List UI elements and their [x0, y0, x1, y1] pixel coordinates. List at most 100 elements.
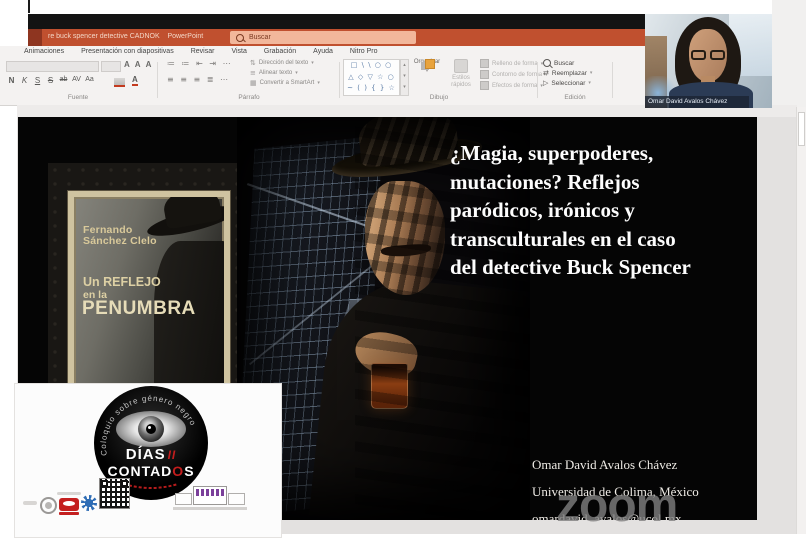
badge-s: S — [184, 463, 194, 479]
tab-grabacion[interactable]: Grabación — [264, 48, 296, 55]
text-direction-button[interactable]: ⇅ Dirección del texto ▾ — [250, 59, 320, 67]
group-label-fuente: Fuente — [0, 94, 156, 101]
smartart-icon: ▦ — [250, 79, 257, 87]
shapes-scroll-down-icon[interactable]: ▾ — [401, 71, 408, 82]
shrink-font-button[interactable]: A — [135, 60, 141, 69]
webcam-video-tile[interactable]: Omar David Avalos Chávez — [645, 14, 772, 108]
dropdown-icon: ▾ — [311, 60, 314, 66]
font-style-buttons: N K S S ab AV Aa — [5, 76, 96, 85]
replace-button[interactable]: ⇄ Reemplazar ▾ — [543, 69, 592, 77]
shapes-row: □ \ \ ○ ○ — [344, 60, 399, 72]
arrange-icon — [421, 59, 433, 71]
grow-font-button[interactable]: A — [124, 60, 130, 69]
shape-effects-icon — [480, 81, 489, 90]
eye-pupil — [146, 424, 156, 434]
text-shadow-button[interactable]: ab — [57, 76, 70, 85]
select-label: Seleccionar — [551, 80, 585, 87]
find-label: Buscar — [554, 60, 574, 67]
text-direction-icon: ⇅ — [250, 59, 256, 67]
font-name-combobox[interactable] — [6, 61, 99, 72]
strikethrough-button[interactable]: S — [44, 76, 57, 85]
tab-nitro-pro[interactable]: Nitro Pro — [350, 48, 378, 55]
tab-presentacion-con-diapositivas[interactable]: Presentación con diapositivas — [81, 48, 174, 55]
text-direction-label: Dirección del texto — [259, 60, 308, 66]
shape-fill-icon — [480, 59, 489, 68]
convert-smartart-label: Convertir a SmartArt — [260, 80, 315, 86]
qr-code — [99, 478, 130, 509]
shapes-more-icon[interactable]: ▾ — [401, 82, 408, 93]
slide-title-line: paródicos, irónicos y — [450, 196, 757, 225]
shape-outline-icon — [480, 70, 489, 79]
quick-styles-button[interactable]: Estilos rápidos — [446, 59, 476, 89]
dropdown-icon: ▾ — [295, 70, 298, 76]
shapes-gallery-scrollbar[interactable]: ▴ ▾ ▾ — [400, 59, 409, 96]
group-label-dibujo: Dibujo — [343, 94, 535, 101]
editing-menu: Buscar ⇄ Reemplazar ▾ ▷ Seleccionar ▾ — [543, 59, 592, 87]
group-divider — [612, 62, 613, 98]
vertical-scrollbar[interactable] — [796, 107, 806, 534]
arrange-button[interactable]: Organizar ▾ — [412, 59, 442, 74]
italic-button[interactable]: K — [18, 76, 31, 85]
search-label: Buscar — [249, 34, 271, 41]
font-size-buttons: A A A — [124, 60, 151, 69]
list-buttons[interactable]: ≔ ≔ ⇤ ⇥ ⋯ — [167, 59, 233, 68]
badge-dias: DÍAS — [126, 446, 166, 463]
tab-vista[interactable]: Vista — [231, 48, 246, 55]
find-icon — [543, 59, 551, 67]
slide-title-line: del detective Buck Spencer — [450, 253, 757, 282]
find-button[interactable]: Buscar — [543, 59, 592, 67]
select-button[interactable]: ▷ Seleccionar ▾ — [543, 79, 592, 87]
replace-icon: ⇄ — [543, 69, 549, 77]
alignment-buttons[interactable]: ≡ ≡ ≡ ≣ ⋯ — [167, 75, 230, 84]
highlight-color-icon[interactable] — [114, 78, 125, 87]
building-main-block — [193, 486, 227, 505]
slide-title-line: mutaciones? Reflejos — [450, 168, 757, 197]
dropdown-icon: ▾ — [590, 70, 593, 76]
font-size-combobox[interactable] — [101, 61, 121, 72]
credit-author: Omar David Avalos Chávez — [532, 451, 699, 478]
group-divider — [537, 62, 538, 98]
book-author: Fernando Sánchez Clelo — [83, 225, 157, 247]
tab-ayuda[interactable]: Ayuda — [313, 48, 333, 55]
shared-screen: re buck spencer detective CADNOK PowerPo… — [0, 0, 806, 540]
shapes-scroll-up-icon[interactable]: ▴ — [401, 60, 408, 71]
eye-icon — [116, 411, 186, 447]
replace-label: Reemplazar — [552, 70, 587, 77]
small-caption-text — [57, 492, 81, 495]
slide-title-line: ¿Magia, superpoderes, — [450, 139, 757, 168]
ribbon-tabs: Animaciones Presentación con diapositiva… — [24, 48, 378, 55]
university-seal-logo — [40, 497, 57, 514]
clear-format-button[interactable]: A — [146, 60, 152, 69]
badge-title-line2: CONTADOS — [94, 463, 208, 479]
paragraph-menu: ⇅ Dirección del texto ▾ ≡ Alinear texto … — [250, 59, 320, 87]
slide-title: ¿Magia, superpoderes, mutaciones? Reflej… — [450, 139, 757, 282]
quick-styles-label: Estilos rápidos — [446, 75, 476, 89]
building-illustration — [173, 486, 247, 510]
building-left-wing — [175, 493, 192, 505]
zoom-watermark: zoom — [556, 482, 677, 530]
convert-smartart-button[interactable]: ▦ Convertir a SmartArt ▾ — [250, 79, 320, 87]
dropdown-icon: ▾ — [317, 80, 320, 86]
dropdown-icon: ▾ — [588, 80, 591, 86]
building-caption-text — [173, 507, 247, 510]
building-purple-windows — [196, 489, 224, 496]
bold-button[interactable]: N — [5, 76, 18, 85]
top-right-patch — [772, 0, 806, 110]
shapes-gallery[interactable]: □ \ \ ○ ○ △ ◇ ▽ ☆ ○ ~ ( ) { } ☆ — [343, 59, 400, 96]
font-color-button[interactable]: A — [132, 75, 138, 86]
conference-badge-panel: Coloquio sobre género negro DÍASII CONTA… — [15, 384, 281, 537]
change-case-button[interactable]: Aa — [83, 76, 96, 85]
book-title-line3: PENUMBRA — [82, 298, 196, 320]
tab-revisar[interactable]: Revisar — [191, 48, 215, 55]
align-text-button[interactable]: ≡ Alinear texto ▾ — [250, 69, 320, 77]
underline-button[interactable]: S — [31, 76, 44, 85]
badge-title-line1: DÍASII — [94, 446, 208, 463]
search-box[interactable]: Buscar — [230, 31, 416, 44]
scrollbar-thumb[interactable] — [798, 112, 805, 146]
group-label-parrafo: Párrafo — [160, 94, 338, 101]
badge-contad: CONTAD — [107, 463, 172, 479]
group-label-edicion: Edición — [540, 94, 610, 101]
character-spacing-button[interactable]: AV — [70, 76, 83, 85]
powerpoint-icon — [28, 29, 42, 46]
tab-animaciones[interactable]: Animaciones — [24, 48, 64, 55]
